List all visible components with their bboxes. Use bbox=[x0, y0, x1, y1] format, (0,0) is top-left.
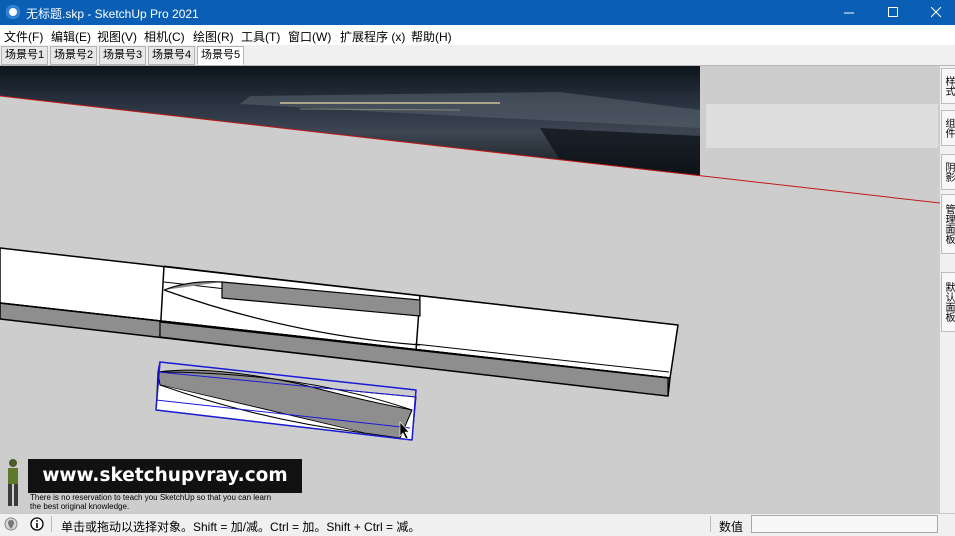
measurements-input[interactable] bbox=[751, 515, 938, 533]
right-tray: 样式 组件 阴影 管理面板 默认面板 bbox=[940, 66, 955, 513]
close-button[interactable] bbox=[913, 0, 955, 25]
tab-scene-5[interactable]: 场景号5 bbox=[197, 46, 245, 65]
info-icon[interactable] bbox=[30, 517, 44, 531]
menu-draw[interactable]: 绘图(R) bbox=[193, 28, 234, 45]
tab-scene-2[interactable]: 场景号2 bbox=[50, 46, 98, 65]
menu-bar: 文件(F) 编辑(E) 视图(V) 相机(C) 绘图(R) 工具(T) 窗口(W… bbox=[0, 25, 955, 45]
title-bar: 无标题.skp - SketchUp Pro 2021 bbox=[0, 0, 955, 25]
sketchup-logo-icon bbox=[6, 5, 20, 19]
tray-tab-components[interactable]: 组件 bbox=[941, 110, 955, 146]
menu-window[interactable]: 窗口(W) bbox=[288, 28, 331, 45]
minimize-button[interactable] bbox=[826, 0, 872, 25]
status-divider-2 bbox=[710, 516, 711, 532]
menu-view[interactable]: 视图(V) bbox=[97, 28, 137, 45]
faded-overlay-panel bbox=[706, 104, 938, 148]
menu-file[interactable]: 文件(F) bbox=[4, 28, 43, 45]
menu-help[interactable]: 帮助(H) bbox=[411, 28, 452, 45]
scale-figure bbox=[8, 459, 18, 506]
maximize-icon bbox=[887, 7, 898, 17]
window-title: 无标题.skp - SketchUp Pro 2021 bbox=[26, 7, 199, 21]
model-viewport[interactable] bbox=[0, 66, 940, 513]
beam-model[interactable] bbox=[0, 247, 679, 397]
status-message: 单击或拖动以选择对象。Shift = 加/减。Ctrl = 加。Shift + … bbox=[61, 520, 421, 534]
status-divider bbox=[51, 516, 52, 532]
status-bar: 单击或拖动以选择对象。Shift = 加/减。Ctrl = 加。Shift + … bbox=[0, 513, 955, 536]
scene-tab-bar: 场景号1 场景号2 场景号3 场景号4 场景号5 bbox=[0, 45, 955, 66]
maximize-button[interactable] bbox=[870, 0, 916, 25]
menu-camera[interactable]: 相机(C) bbox=[144, 28, 185, 45]
tab-scene-3[interactable]: 场景号3 bbox=[99, 46, 147, 65]
tab-scene-4[interactable]: 场景号4 bbox=[148, 46, 196, 65]
tray-tab-default[interactable]: 默认面板 bbox=[941, 272, 955, 332]
geo-location-icon[interactable] bbox=[4, 517, 18, 531]
selected-cut-piece[interactable] bbox=[155, 361, 417, 441]
watermark-line-1: There is no reservation to teach you Ske… bbox=[30, 493, 272, 502]
background-photo bbox=[0, 66, 700, 176]
tab-scene-1[interactable]: 场景号1 bbox=[1, 46, 49, 65]
tray-tab-manage[interactable]: 管理面板 bbox=[941, 194, 955, 254]
menu-extensions[interactable]: 扩展程序 (x) bbox=[340, 28, 405, 45]
minimize-icon bbox=[843, 12, 854, 14]
watermark-url: www.sketchupvray.com bbox=[28, 459, 302, 493]
measurements-label: 数值 bbox=[719, 520, 744, 534]
watermark-line-2: the best original knowledge. bbox=[30, 502, 130, 511]
menu-edit[interactable]: 编辑(E) bbox=[51, 28, 91, 45]
tray-tab-shadows[interactable]: 阴影 bbox=[941, 154, 955, 190]
tray-tab-styles[interactable]: 样式 bbox=[941, 68, 955, 104]
close-icon bbox=[930, 7, 941, 18]
watermark-subtitle: There is no reservation to teach you Ske… bbox=[30, 493, 330, 511]
menu-tools[interactable]: 工具(T) bbox=[241, 28, 280, 45]
